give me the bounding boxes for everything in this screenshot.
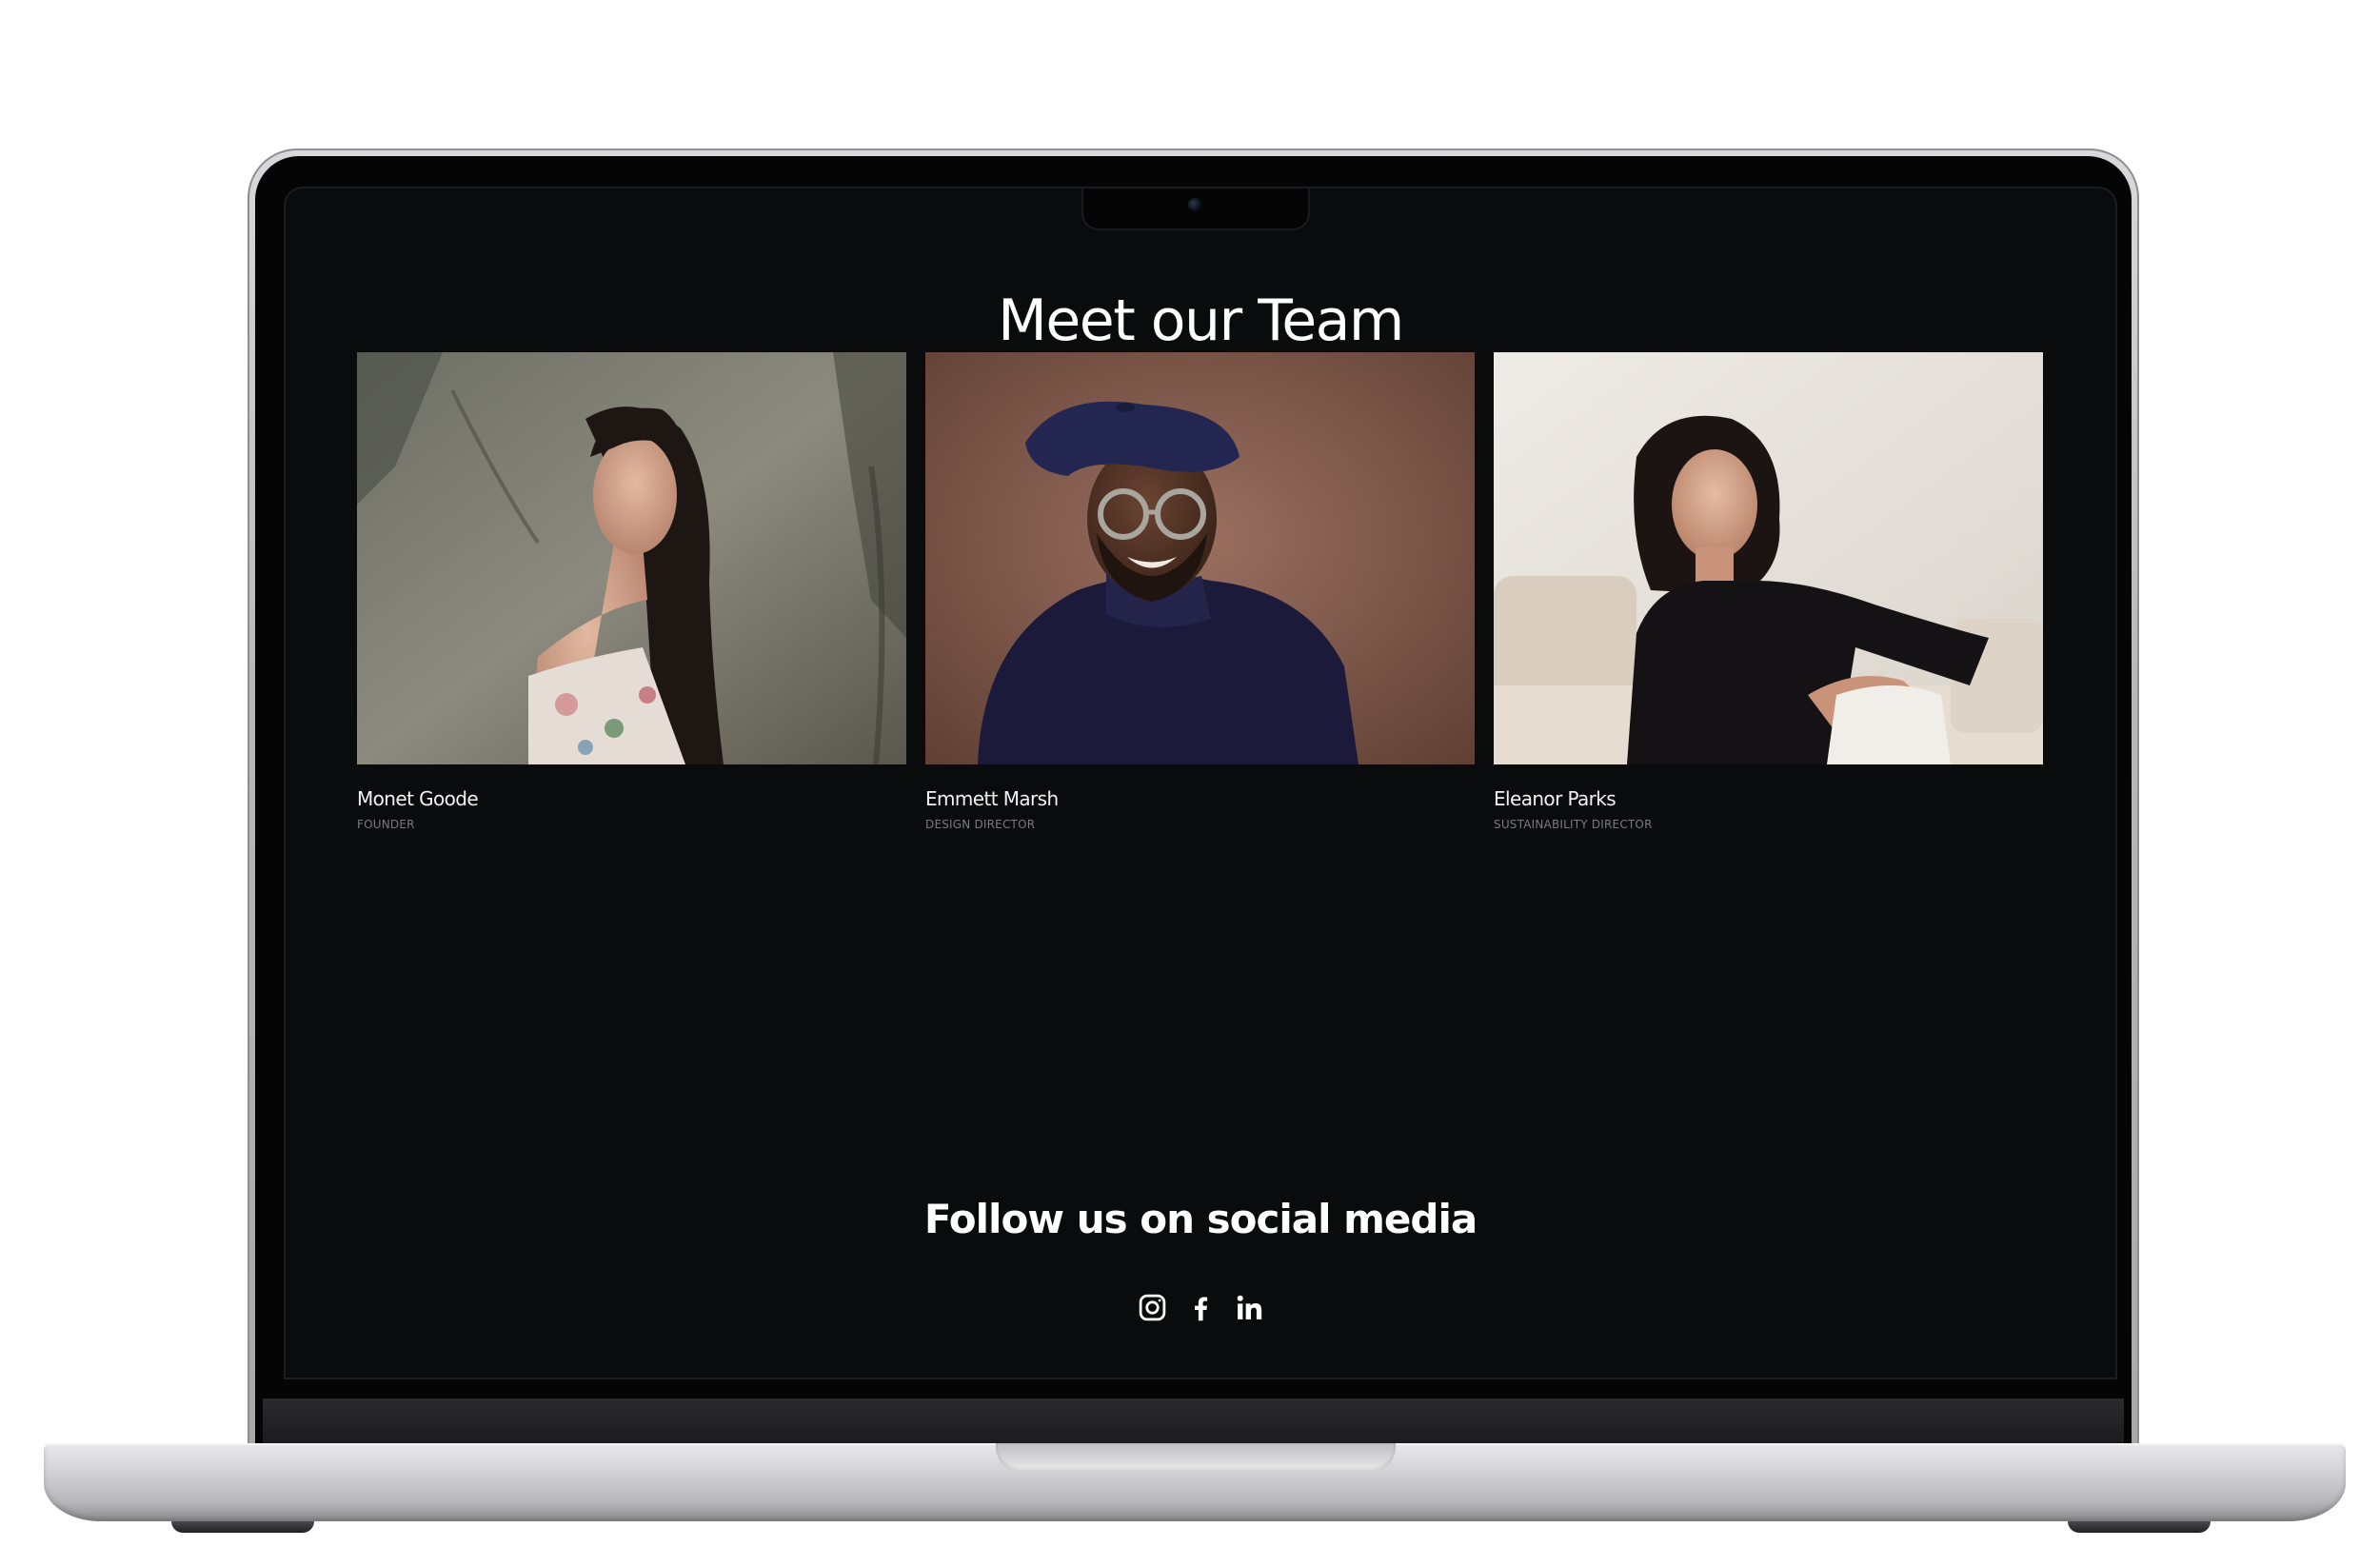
team-member-role: SUSTAINABILITY DIRECTOR (1494, 818, 1653, 831)
team-card-monet-goode: Monet Goode FOUNDER (357, 352, 906, 831)
team-card-emmett-marsh: Emmett Marsh DESIGN DIRECTOR (925, 352, 1475, 831)
team-member-name: Eleanor Parks (1494, 787, 1616, 810)
social-links (286, 1292, 2115, 1323)
team-member-role: FOUNDER (357, 818, 415, 831)
facebook-icon[interactable] (1185, 1292, 1217, 1323)
laptop-foot-right (2068, 1521, 2211, 1533)
camera-icon (1188, 198, 1201, 211)
team-member-name: Emmett Marsh (925, 787, 1059, 810)
team-section-title: Meet our Team (998, 288, 1404, 355)
laptop-opening-notch (996, 1443, 1396, 1472)
website-screen: Meet our Team Monet Goode FOUNDER Emmett… (286, 188, 2115, 1378)
team-card-eleanor-parks: Eleanor Parks SUSTAINABILITY DIRECTOR (1494, 352, 2043, 831)
linkedin-icon[interactable] (1234, 1292, 1265, 1323)
social-section-title: Follow us on social media (923, 1195, 1478, 1242)
team-member-name: Monet Goode (357, 787, 479, 810)
team-photo-emmett-marsh (925, 352, 1475, 764)
laptop-foot-left (171, 1521, 314, 1533)
team-photo-monet-goode (357, 352, 906, 764)
laptop-bezel: Meet our Team Monet Goode FOUNDER Emmett… (255, 156, 2132, 1448)
laptop-base (44, 1443, 2346, 1521)
laptop-lid: Meet our Team Monet Goode FOUNDER Emmett… (248, 149, 2139, 1448)
team-photo-eleanor-parks (1494, 352, 2043, 764)
laptop-lid-hinge (263, 1398, 2124, 1448)
device-mockup: Meet our Team Monet Goode FOUNDER Emmett… (0, 0, 2380, 1547)
team-member-role: DESIGN DIRECTOR (925, 818, 1036, 831)
instagram-icon[interactable] (1137, 1292, 1168, 1323)
team-cards: Monet Goode FOUNDER Emmett Marsh DESIGN … (357, 352, 2044, 831)
camera-notch (1083, 188, 1308, 228)
